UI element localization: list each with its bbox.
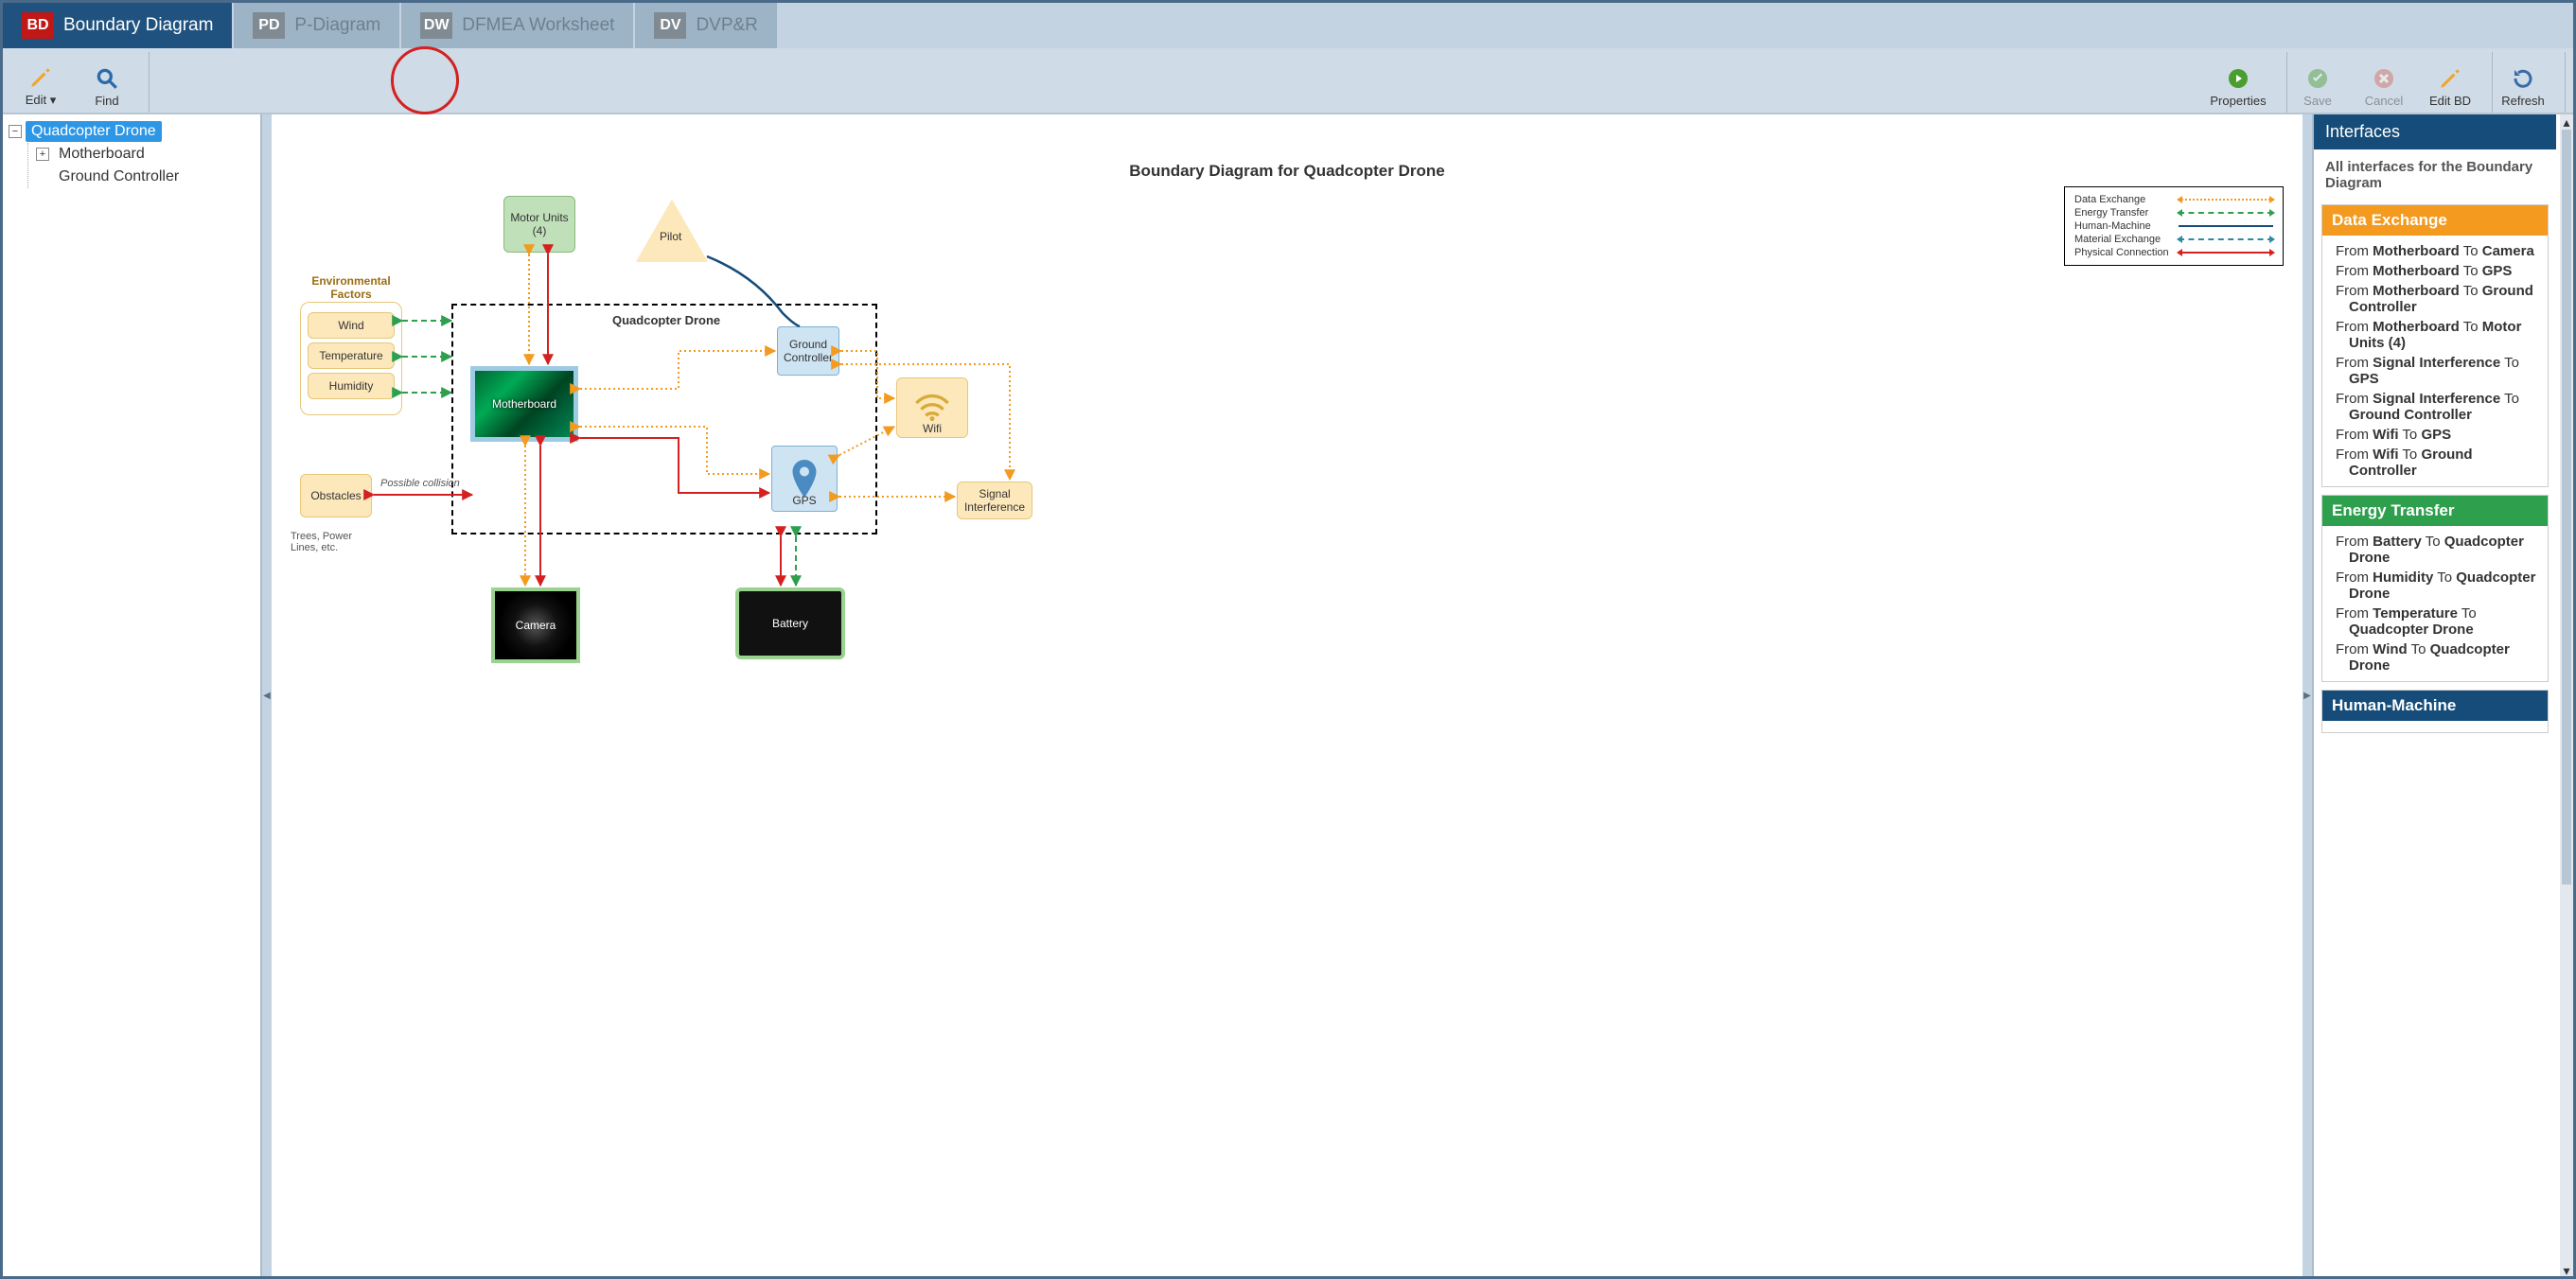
tree-child-label[interactable]: Motherboard	[53, 144, 150, 165]
interface-item[interactable]: From Motherboard To Camera	[2336, 241, 2542, 261]
interface-group: Human-Machine	[2321, 690, 2549, 733]
cancel-label: Cancel	[2365, 94, 2403, 108]
play-icon	[2225, 65, 2251, 92]
node-temperature[interactable]: Temperature	[308, 342, 395, 369]
save-button[interactable]: Save	[2291, 54, 2344, 111]
interface-group-header[interactable]: Data Exchange	[2322, 205, 2548, 236]
interfaces-subtitle: All interfaces for the Boundary Diagram	[2314, 149, 2556, 201]
interface-item[interactable]: From Wifi To GPS	[2336, 425, 2542, 445]
scrollbar[interactable]: ▴ ▾	[2560, 114, 2573, 1276]
tree-root-row[interactable]: − Quadcopter Drone	[9, 120, 255, 143]
env-factors-group: Environmental Factors Wind Temperature H…	[300, 302, 402, 415]
interface-group: Energy Transfer From Battery To Quadcopte…	[2321, 495, 2549, 682]
tab-dw[interactable]: DW DFMEA Worksheet	[401, 3, 635, 48]
wifi-icon	[913, 394, 951, 422]
interface-item[interactable]: From Wifi To Ground Controller	[2336, 445, 2542, 481]
tree-child-label[interactable]: Ground Controller	[53, 166, 185, 187]
interface-item[interactable]: From Motherboard To Motor Units (4)	[2336, 317, 2542, 353]
x-icon	[2371, 65, 2397, 92]
toolbar: Edit ▾ Find Properties Save	[3, 48, 2573, 114]
node-motherboard[interactable]: Motherboard	[470, 366, 578, 442]
pin-icon	[790, 460, 819, 498]
interface-item[interactable]: From Signal Interference To Ground Contr…	[2336, 389, 2542, 425]
node-wind[interactable]: Wind	[308, 312, 395, 339]
node-obstacles[interactable]: Obstacles	[300, 474, 372, 517]
edit-bd-button[interactable]: Edit BD	[2424, 54, 2477, 111]
tab-label: DVP&R	[696, 15, 757, 36]
tab-badge: PD	[253, 12, 285, 39]
splitter-right[interactable]: ▶	[2303, 114, 2312, 1276]
properties-label: Properties	[2210, 94, 2266, 108]
properties-button[interactable]: Properties	[2205, 54, 2271, 111]
refresh-button[interactable]: Refresh	[2497, 54, 2550, 111]
node-signal-interference[interactable]: Signal Interference	[957, 482, 1032, 519]
find-label: Find	[95, 94, 118, 108]
tab-badge: BD	[22, 12, 54, 39]
tab-bd[interactable]: BD Boundary Diagram	[3, 3, 234, 48]
tab-label: DFMEA Worksheet	[462, 15, 614, 36]
interfaces-panel: Interfaces All interfaces for the Bounda…	[2312, 114, 2573, 1276]
interface-item[interactable]: From Motherboard To Ground Controller	[2336, 281, 2542, 317]
node-gps[interactable]: GPS	[771, 446, 838, 512]
refresh-label: Refresh	[2501, 94, 2545, 108]
collapse-icon[interactable]: −	[9, 125, 22, 138]
interface-group-header[interactable]: Energy Transfer	[2322, 496, 2548, 526]
tab-pd[interactable]: PD P-Diagram	[234, 3, 401, 48]
node-motor-units[interactable]: Motor Units (4)	[503, 196, 575, 253]
edit-label: Edit	[26, 93, 46, 107]
edit-button[interactable]: Edit ▾	[14, 54, 67, 111]
highlight-circle	[391, 46, 459, 114]
pencil-icon	[2437, 65, 2463, 92]
tab-label: P-Diagram	[294, 15, 380, 36]
find-button[interactable]: Find	[80, 54, 133, 111]
refresh-icon	[2510, 65, 2536, 92]
expand-icon[interactable]: +	[36, 148, 49, 161]
tab-dv[interactable]: DV DVP&R	[635, 3, 778, 48]
interface-item[interactable]: From Motherboard To GPS	[2336, 261, 2542, 281]
interface-item[interactable]: From Temperature To Quadcopter Drone	[2336, 604, 2542, 640]
interface-group-header[interactable]: Human-Machine	[2322, 691, 2548, 721]
legend: Data Exchange Energy Transfer Human-Mach…	[2064, 186, 2284, 266]
splitter-left[interactable]: ◀	[262, 114, 272, 1276]
diagram-title: Boundary Diagram for Quadcopter Drone	[1129, 162, 1444, 181]
node-battery[interactable]: Battery	[735, 587, 845, 659]
app-window: BD Boundary Diagram PD P-Diagram DW DFMEA Wor…	[0, 0, 2576, 1279]
cancel-button[interactable]: Cancel	[2357, 54, 2410, 111]
tab-label: Boundary Diagram	[63, 15, 213, 36]
tree-child-row[interactable]: + Motherboard	[36, 143, 255, 166]
boundary-label: Quadcopter Drone	[612, 313, 720, 327]
tab-bar: BD Boundary Diagram PD P-Diagram DW DFMEA Wor…	[3, 3, 2573, 48]
magnifier-icon	[94, 65, 120, 92]
node-camera[interactable]: Camera	[491, 587, 580, 663]
main-area: − Quadcopter Drone + Motherboard Ground …	[3, 114, 2573, 1276]
interface-item[interactable]: From Battery To Quadcopter Drone	[2336, 532, 2542, 568]
edit-bd-label: Edit BD	[2429, 94, 2471, 108]
node-humidity[interactable]: Humidity	[308, 373, 395, 399]
tree-panel: − Quadcopter Drone + Motherboard Ground …	[3, 114, 262, 1276]
env-title: Environmental Factors	[294, 274, 408, 301]
interface-item[interactable]: From Humidity To Quadcopter Drone	[2336, 568, 2542, 604]
diagram-canvas[interactable]: Boundary Diagram for Quadcopter Drone Qu…	[272, 114, 2303, 1276]
note-trees: Trees, Power Lines, etc.	[291, 531, 357, 553]
interfaces-title: Interfaces	[2314, 114, 2556, 149]
node-wifi[interactable]: Wifi	[896, 377, 968, 438]
tree-child-row[interactable]: Ground Controller	[53, 166, 255, 188]
interface-group: Data ExchangeFrom Motherboard To CameraF…	[2321, 204, 2549, 487]
interface-item[interactable]: From Wind To Quadcopter Drone	[2336, 640, 2542, 675]
pilot-label: Pilot	[660, 230, 681, 243]
tree-root-label[interactable]: Quadcopter Drone	[26, 121, 162, 142]
pencil-icon	[27, 64, 54, 91]
node-ground-controller[interactable]: Ground Controller	[777, 326, 839, 376]
tab-badge: DV	[654, 12, 686, 39]
interface-item[interactable]: From Signal Interference To GPS	[2336, 353, 2542, 389]
check-icon	[2304, 65, 2331, 92]
tab-badge: DW	[420, 12, 452, 39]
save-label: Save	[2303, 94, 2332, 108]
note-collision: Possible collision	[380, 478, 460, 489]
